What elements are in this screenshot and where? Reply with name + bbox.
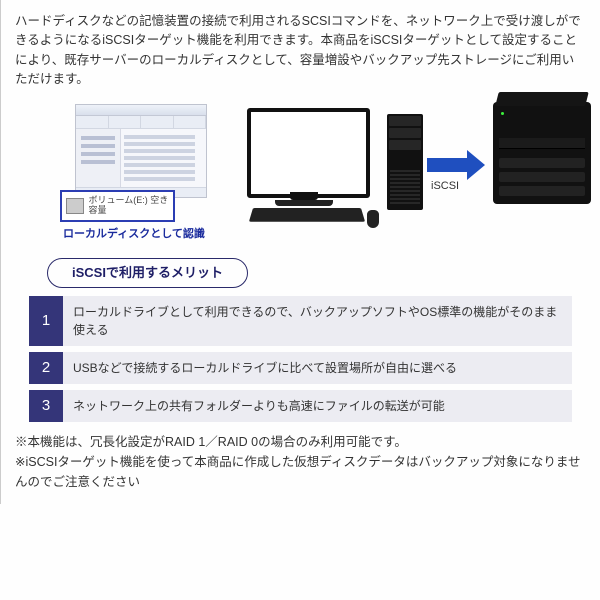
benefits-heading: iSCSIで利用するメリット xyxy=(47,258,248,288)
callout-caption: ローカルディスクとして認識 xyxy=(63,226,205,243)
benefits-list: 1 ローカルドライブとして利用できるので、バックアップソフトやOS標準の機能がそ… xyxy=(29,296,572,422)
pc-tower-icon xyxy=(387,114,423,210)
callout-text: ボリューム(E:) 空き容量 xyxy=(88,196,169,216)
monitor-stand xyxy=(290,192,318,200)
benefit-number: 3 xyxy=(29,390,63,422)
benefit-text: ローカルドライブとして利用できるので、バックアップソフトやOS標準の機能がそのま… xyxy=(63,296,572,346)
benefit-row: 3 ネットワーク上の共有フォルダーよりも高速にファイルの転送が可能 xyxy=(29,390,572,422)
benefit-number: 1 xyxy=(29,296,63,346)
footnotes: ※本機能は、冗長化設定がRAID 1／RAID 0の場合のみ利用可能です。 ※i… xyxy=(15,432,586,492)
disk-management-window xyxy=(75,104,207,198)
footnote-line: ※本機能は、冗長化設定がRAID 1／RAID 0の場合のみ利用可能です。 xyxy=(15,432,586,452)
benefit-number: 2 xyxy=(29,352,63,384)
benefit-row: 1 ローカルドライブとして利用できるので、バックアップソフトやOS標準の機能がそ… xyxy=(29,296,572,346)
mouse-icon xyxy=(367,210,379,228)
arrow-label: iSCSI xyxy=(431,178,459,195)
benefit-row: 2 USBなどで接続するローカルドライブに比べて設置場所が自由に選べる xyxy=(29,352,572,384)
benefit-text: USBなどで接続するローカルドライブに比べて設置場所が自由に選べる xyxy=(63,352,572,384)
benefit-text: ネットワーク上の共有フォルダーよりも高速にファイルの転送が可能 xyxy=(63,390,572,422)
drive-icon xyxy=(66,198,84,214)
iscsi-diagram: ボリューム(E:) 空き容量 ローカルディスクとして認識 iSCSI xyxy=(15,100,586,250)
monitor-base xyxy=(275,200,333,206)
arrow-icon xyxy=(427,150,485,180)
footnote-line: ※iSCSIターゲット機能を使って本商品に作成した仮想ディスクデータはバックアッ… xyxy=(15,452,586,492)
intro-paragraph: ハードディスクなどの記憶装置の接続で利用されるSCSIコマンドを、ネットワーク上… xyxy=(15,12,586,90)
keyboard-icon xyxy=(249,208,365,222)
nas-device-icon xyxy=(493,102,591,204)
monitor-icon xyxy=(247,108,370,198)
local-disk-callout: ボリューム(E:) 空き容量 xyxy=(60,190,175,222)
